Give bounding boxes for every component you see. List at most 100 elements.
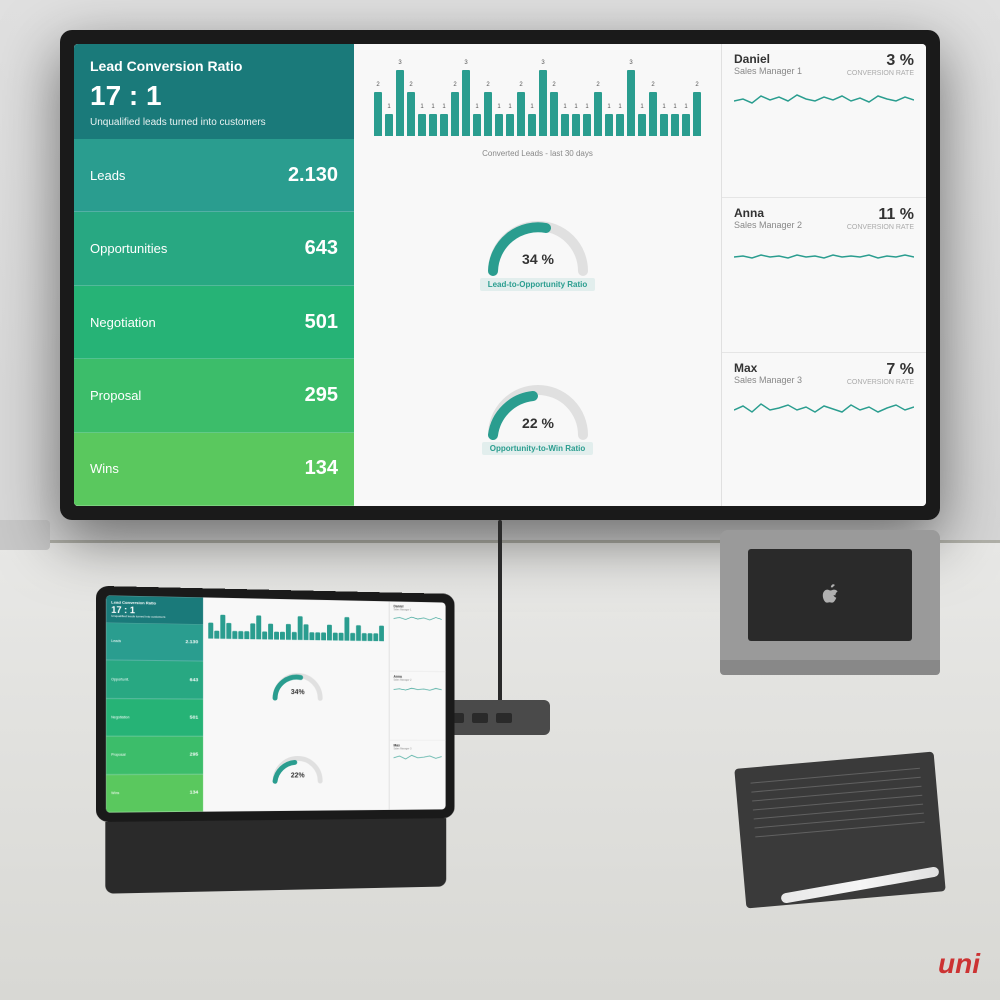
bar: 1 — [583, 114, 591, 136]
tablet-bar — [250, 623, 255, 639]
usb-port-3 — [496, 713, 512, 723]
sp-max-info: Max Sales Manager 3 — [734, 361, 802, 385]
sp-max-pct-label: CONVERSION RATE — [847, 379, 914, 386]
svg-text:22 %: 22 % — [522, 415, 554, 431]
sp-daniel-role: Sales Manager 1 — [734, 66, 802, 76]
bar: 1 — [418, 114, 426, 136]
tablet-bar — [298, 616, 303, 640]
bar: 3 — [539, 70, 547, 136]
gauge-1-label: Lead-to-Opportunity Ratio — [480, 278, 596, 291]
tablet-bar — [356, 625, 361, 641]
tablet-metrics: Leads 2.130 Opportunit. 643 Negotiation … — [106, 623, 203, 813]
usb-port-2 — [472, 713, 488, 723]
tablet-metric-1-label: Leads — [111, 639, 121, 643]
tablet-metric-2-label: Opportunit. — [111, 677, 129, 681]
notebook — [740, 760, 960, 920]
tablet-metric-3-value: 501 — [190, 714, 198, 720]
tablet-metric-1-value: 2.130 — [186, 639, 199, 645]
sp-anna-header: Anna Sales Manager 2 11 % CONVERSION RAT… — [734, 206, 914, 231]
tablet-bar — [214, 631, 219, 639]
tablet-gauge-svg: 34% — [268, 666, 327, 701]
tablet-bar — [333, 633, 338, 641]
metric-negotiation: Negotiation 501 — [74, 286, 354, 359]
tablet-bar — [286, 624, 291, 640]
tablet-bar — [379, 626, 384, 642]
metric-leads-value: 2.130 — [288, 164, 338, 187]
sp-daniel-info: Daniel Sales Manager 1 — [734, 52, 802, 76]
tablet-metric-3-label: Negotiation — [111, 715, 129, 719]
bar: 1 — [495, 114, 503, 136]
tablet-metric-1: Leads 2.130 — [106, 623, 203, 662]
uni-logo: uni — [938, 948, 980, 980]
tablet-bar — [238, 631, 243, 639]
metric-leads: Leads 2.130 — [74, 139, 354, 212]
tablet-gauge2: 22% — [206, 725, 386, 809]
tablet-bar — [292, 632, 297, 640]
bar: 1 — [605, 114, 613, 136]
notebook-line-7 — [755, 822, 924, 838]
tablet-sp-2-chart — [393, 681, 441, 693]
chair-back — [0, 400, 40, 520]
tablet-bar — [373, 633, 378, 641]
tablet-bar — [280, 632, 285, 640]
bar: 2 — [649, 92, 657, 136]
tablet-metric-2-value: 643 — [190, 677, 198, 683]
bar: 1 — [671, 114, 679, 136]
tv-monitor: Lead Conversion Ratio 17 : 1 Unqualified… — [60, 30, 940, 520]
tablet-lcr-sub: Unqualified leads turned into customers — [111, 615, 198, 621]
sp-max-name: Max — [734, 361, 802, 375]
bar: 2 — [517, 92, 525, 136]
lcr-header: Lead Conversion Ratio 17 : 1 Unqualified… — [74, 44, 354, 139]
tablet-bar — [232, 631, 237, 639]
apple-logo-icon — [821, 584, 839, 606]
tablet-metric-5-label: Wins — [111, 791, 119, 795]
tablet-bar — [208, 623, 213, 639]
tablet-bar — [309, 632, 314, 640]
metric-neg-label: Negotiation — [90, 315, 156, 330]
tablet-bars — [206, 601, 386, 644]
tablet-bar — [304, 624, 309, 640]
tablet-left-panel: Lead Conversion Ratio 17 : 1 Unqualified… — [106, 595, 203, 812]
sp-daniel-header: Daniel Sales Manager 1 3 % CONVERSION RA… — [734, 52, 914, 77]
metric-wins-value: 134 — [305, 457, 338, 480]
tv-screen: Lead Conversion Ratio 17 : 1 Unqualified… — [74, 44, 926, 506]
bar: 2 — [407, 92, 415, 136]
laptop-screen — [748, 549, 911, 640]
sp-anna-rate: 11 % CONVERSION RATE — [847, 206, 914, 231]
tablet-keyboard — [105, 818, 446, 894]
tablet: Lead Conversion Ratio 17 : 1 Unqualified… — [96, 586, 455, 904]
notebook-lines — [751, 768, 925, 838]
bar: 1 — [473, 114, 481, 136]
tablet-bar — [362, 633, 367, 641]
tablet-bar — [315, 632, 320, 640]
svg-text:22%: 22% — [290, 772, 304, 779]
bar: 1 — [385, 114, 393, 136]
lcr-ratio: 17 : 1 — [90, 80, 338, 112]
sp-anna-chart — [734, 235, 914, 265]
laptop-body — [720, 530, 940, 660]
metric-leads-label: Leads — [90, 168, 125, 183]
metric-opp-label: Opportunities — [90, 241, 167, 256]
sp-max-pct: 7 % — [847, 361, 914, 379]
metric-prop-value: 295 — [305, 384, 338, 407]
tablet-bar — [244, 631, 249, 639]
tablet-screen: Lead Conversion Ratio 17 : 1 Unqualified… — [106, 595, 445, 812]
bar: 1 — [561, 114, 569, 136]
metric-opportunities: Opportunities 643 — [74, 212, 354, 285]
tablet-metric-5-value: 134 — [190, 789, 198, 795]
dashboard: Lead Conversion Ratio 17 : 1 Unqualified… — [74, 44, 926, 506]
laptop — [720, 530, 940, 675]
metric-proposal: Proposal 295 — [74, 359, 354, 432]
bar: 2 — [484, 92, 492, 136]
metric-prop-label: Proposal — [90, 388, 141, 403]
gauge-1-svg: 34 % — [478, 206, 598, 276]
sp-anna-info: Anna Sales Manager 2 — [734, 206, 802, 230]
tablet-metric-3: Negotiation 501 — [106, 699, 203, 737]
tablet-bar — [327, 625, 332, 641]
right-panel: Daniel Sales Manager 1 3 % CONVERSION RA… — [721, 44, 926, 506]
lcr-title: Lead Conversion Ratio — [90, 58, 338, 74]
sp-anna-pct: 11 % — [847, 206, 914, 224]
left-panel: Lead Conversion Ratio 17 : 1 Unqualified… — [74, 44, 354, 506]
bar: 1 — [429, 114, 437, 136]
salesperson-max: Max Sales Manager 3 7 % CONVERSION RATE — [722, 353, 926, 506]
